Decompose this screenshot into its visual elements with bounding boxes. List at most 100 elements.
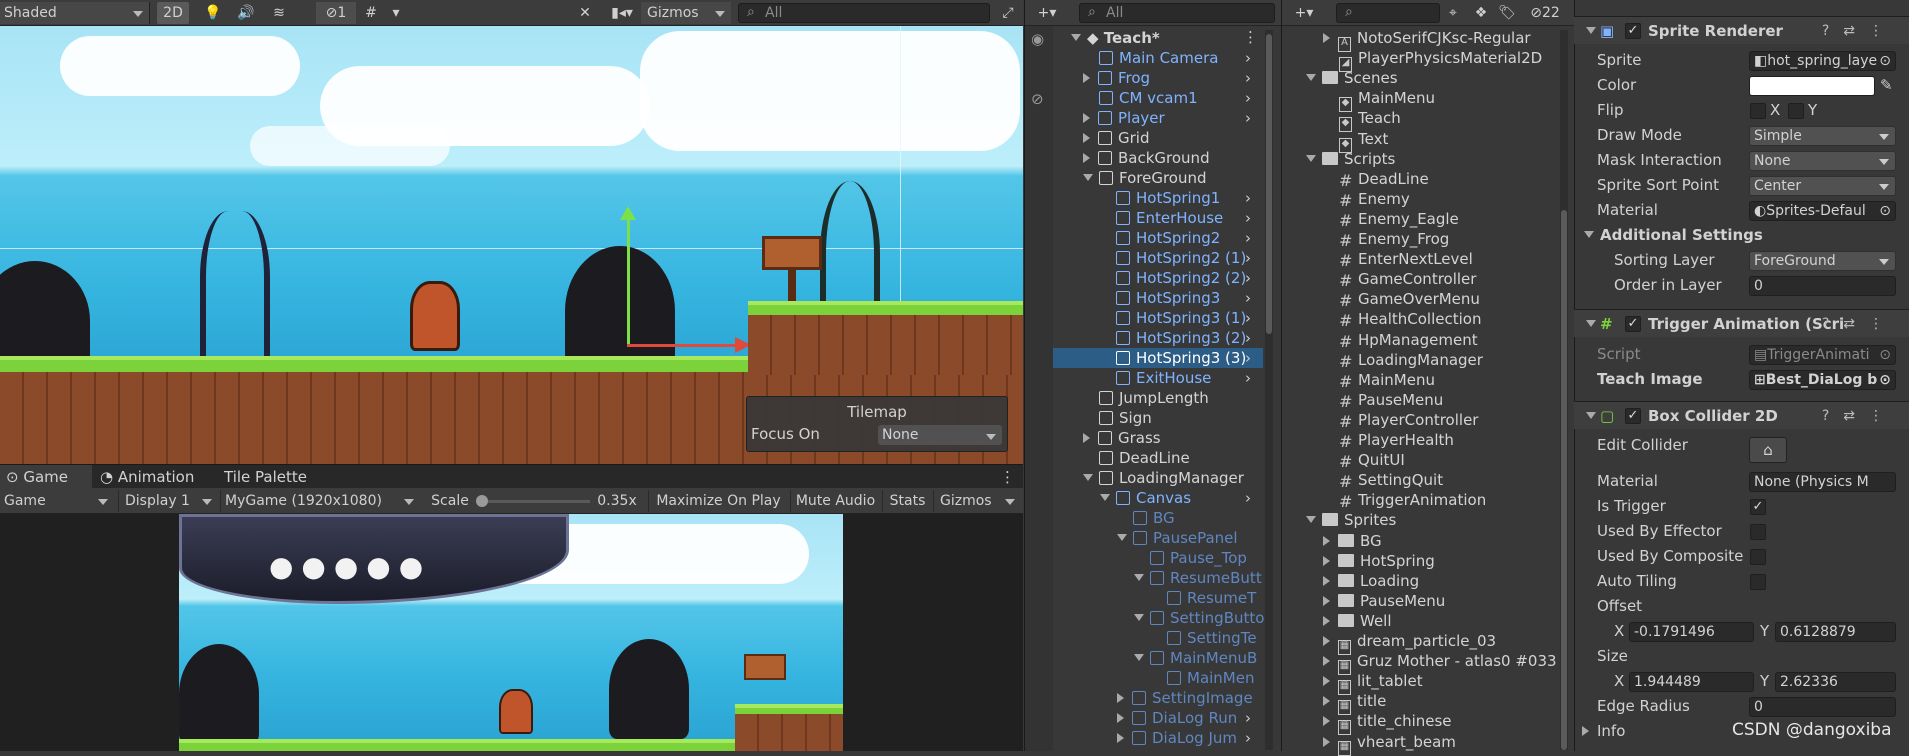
2d-toggle-button[interactable]: 2D [157, 2, 189, 24]
sorting-layer-dropdown[interactable]: ForeGround [1749, 251, 1896, 271]
expand-down-icon[interactable] [1134, 654, 1144, 661]
gizmos-dropdown[interactable]: Gizmos [641, 2, 731, 24]
eyedropper-icon[interactable]: ✎ [1880, 76, 1893, 94]
tools-icon[interactable]: ✕ [574, 2, 596, 24]
project-item[interactable]: ◆ MainMenu [1323, 88, 1435, 113]
expand-right-icon[interactable] [1083, 433, 1090, 443]
expand-down-icon[interactable] [1117, 534, 1127, 541]
expand-right-icon[interactable] [1323, 535, 1330, 546]
tab-animation[interactable]: ◔ Animation [100, 465, 194, 489]
project-scrollbar[interactable] [1560, 30, 1568, 750]
expand-right-icon[interactable] [1117, 733, 1124, 743]
project-item[interactable]: # PlayerHealth [1323, 430, 1454, 450]
project-item[interactable]: ▦ title [1323, 691, 1386, 716]
chevron-right-icon[interactable]: › [1245, 228, 1251, 248]
project-item[interactable]: ◆ Text [1323, 129, 1388, 153]
hierarchy-item[interactable]: HotSpring3 [1100, 288, 1220, 308]
hierarchy-item[interactable]: Canvas [1100, 488, 1191, 508]
hierarchy-item[interactable]: ResumeT [1151, 588, 1256, 608]
trigger-animation-header[interactable]: # ✓ Trigger Animation (Scri ?⇄⋮ [1574, 309, 1909, 337]
project-item[interactable]: BG [1323, 531, 1382, 551]
project-item[interactable]: # TriggerAnimation [1323, 490, 1486, 510]
hidden-packages-icon[interactable]: ⊘ 22 [1522, 2, 1568, 24]
chevron-right-icon[interactable]: › [1245, 348, 1251, 368]
hierarchy-item[interactable]: MainMen [1151, 668, 1255, 688]
project-item[interactable]: # PauseMenu [1323, 390, 1443, 410]
expand-right-icon[interactable] [1083, 113, 1090, 123]
lighting-icon[interactable]: 💡 [202, 2, 224, 24]
expand-right-icon[interactable] [1323, 716, 1330, 727]
auto-tiling-checkbox[interactable] [1750, 574, 1766, 590]
draw-mode-dropdown[interactable]: Simple [1749, 126, 1896, 146]
object-picker-icon[interactable]: ⊙ [1879, 202, 1891, 220]
project-item[interactable]: # EnterNextLevel [1323, 249, 1473, 269]
hierarchy-item[interactable]: SettingTe [1151, 628, 1257, 648]
expand-right-icon[interactable] [1323, 696, 1330, 707]
hierarchy-item[interactable]: DeadLine [1083, 448, 1190, 468]
hierarchy-item[interactable]: Main Camera [1083, 48, 1218, 68]
scene-view[interactable]: Tilemap Focus On None [0, 26, 1023, 464]
chevron-right-icon[interactable]: › [1245, 88, 1251, 108]
scene-visibility-button[interactable]: ⊘ 1 [316, 2, 356, 24]
project-item[interactable]: # PlayerController [1323, 410, 1478, 430]
project-item[interactable]: # HealthCollection [1323, 309, 1481, 329]
search-by-type-icon[interactable]: ⌖ [1442, 2, 1464, 24]
hierarchy-item[interactable]: HotSpring1 [1100, 188, 1220, 208]
component-header-icons[interactable]: ?⇄⋮ [1822, 310, 1897, 338]
project-item[interactable]: # DeadLine [1323, 169, 1429, 189]
hierarchy-scrollbar[interactable] [1265, 30, 1273, 750]
expand-right-icon[interactable] [1323, 676, 1330, 687]
audio-icon[interactable]: 🔊 [235, 2, 257, 24]
project-item[interactable]: # LoadingManager [1323, 350, 1483, 370]
kebab-menu-icon[interactable]: ⋮ [1243, 28, 1258, 46]
project-item[interactable]: ◆ Teach [1323, 108, 1401, 133]
chevron-right-icon[interactable]: › [1245, 268, 1251, 288]
component-enabled-checkbox[interactable]: ✓ [1625, 23, 1641, 39]
project-item[interactable]: ◢ PlayerPhysicsMaterial2D [1323, 48, 1542, 73]
project-item[interactable]: # MainMenu [1323, 370, 1435, 390]
size-y-input[interactable]: 2.62336 [1775, 672, 1896, 692]
project-search-input[interactable] [1336, 3, 1440, 23]
hierarchy-item[interactable]: Sign [1083, 408, 1152, 428]
expand-right-icon[interactable] [1083, 153, 1090, 163]
teach-image-field[interactable]: ⊞Best_DiaLog b ⊙ [1749, 370, 1896, 390]
component-enabled-checkbox[interactable]: ✓ [1625, 408, 1641, 424]
camera-icon[interactable]: ▮◂▾ [604, 2, 640, 24]
game-view-dropdown[interactable]: Game [0, 490, 114, 512]
sprite-renderer-header[interactable]: ▣ ✓ Sprite Renderer ?⇄⋮ [1574, 16, 1909, 44]
collider-material-field[interactable]: None (Physics M [1749, 472, 1896, 492]
project-item[interactable]: Scenes [1306, 68, 1398, 88]
project-item[interactable]: Scripts [1306, 149, 1395, 169]
eye-hidden-icon[interactable]: ⊘ [1031, 90, 1044, 108]
project-item[interactable]: # Enemy_Frog [1323, 229, 1449, 249]
used-by-effector-checkbox[interactable] [1750, 524, 1766, 540]
project-item[interactable]: # Enemy_Eagle [1323, 209, 1459, 229]
effects-icon[interactable]: ≋ [268, 2, 290, 24]
stats-button[interactable]: Stats [882, 490, 932, 512]
expand-right-icon[interactable] [1323, 656, 1330, 667]
chevron-right-icon[interactable]: › [1245, 308, 1251, 328]
chevron-right-icon[interactable]: › [1245, 288, 1251, 308]
chevron-right-icon[interactable]: › [1245, 68, 1251, 88]
game-gizmos-dropdown[interactable]: Gizmos [933, 490, 1021, 512]
flip-x-checkbox[interactable] [1750, 103, 1766, 119]
maximize-icon[interactable]: ⤢ [998, 2, 1018, 24]
create-button[interactable]: +▾ [1286, 2, 1322, 24]
project-item[interactable]: PauseMenu [1323, 591, 1445, 611]
sprite-sort-point-dropdown[interactable]: Center [1749, 176, 1896, 196]
expand-right-icon[interactable] [1323, 595, 1330, 606]
chevron-right-icon[interactable]: › [1245, 188, 1251, 208]
hierarchy-item[interactable]: EnterHouse [1100, 208, 1223, 228]
resolution-dropdown[interactable]: MyGame (1920x1080) [220, 490, 420, 512]
project-item[interactable]: # SettingQuit [1323, 470, 1443, 490]
expand-right-icon[interactable] [1323, 636, 1330, 646]
project-item[interactable]: # GameController [1323, 269, 1476, 289]
create-button[interactable]: +▾ [1029, 2, 1065, 24]
hierarchy-item[interactable]: ExitHouse [1100, 368, 1211, 388]
hierarchy-item[interactable]: Grid [1083, 128, 1149, 148]
scale-slider-thumb[interactable] [476, 495, 488, 507]
edge-radius-input[interactable]: 0 [1749, 697, 1896, 717]
expand-down-icon[interactable] [1134, 574, 1144, 581]
chevron-right-icon[interactable]: › [1245, 248, 1251, 268]
expand-right-icon[interactable] [1323, 33, 1330, 43]
